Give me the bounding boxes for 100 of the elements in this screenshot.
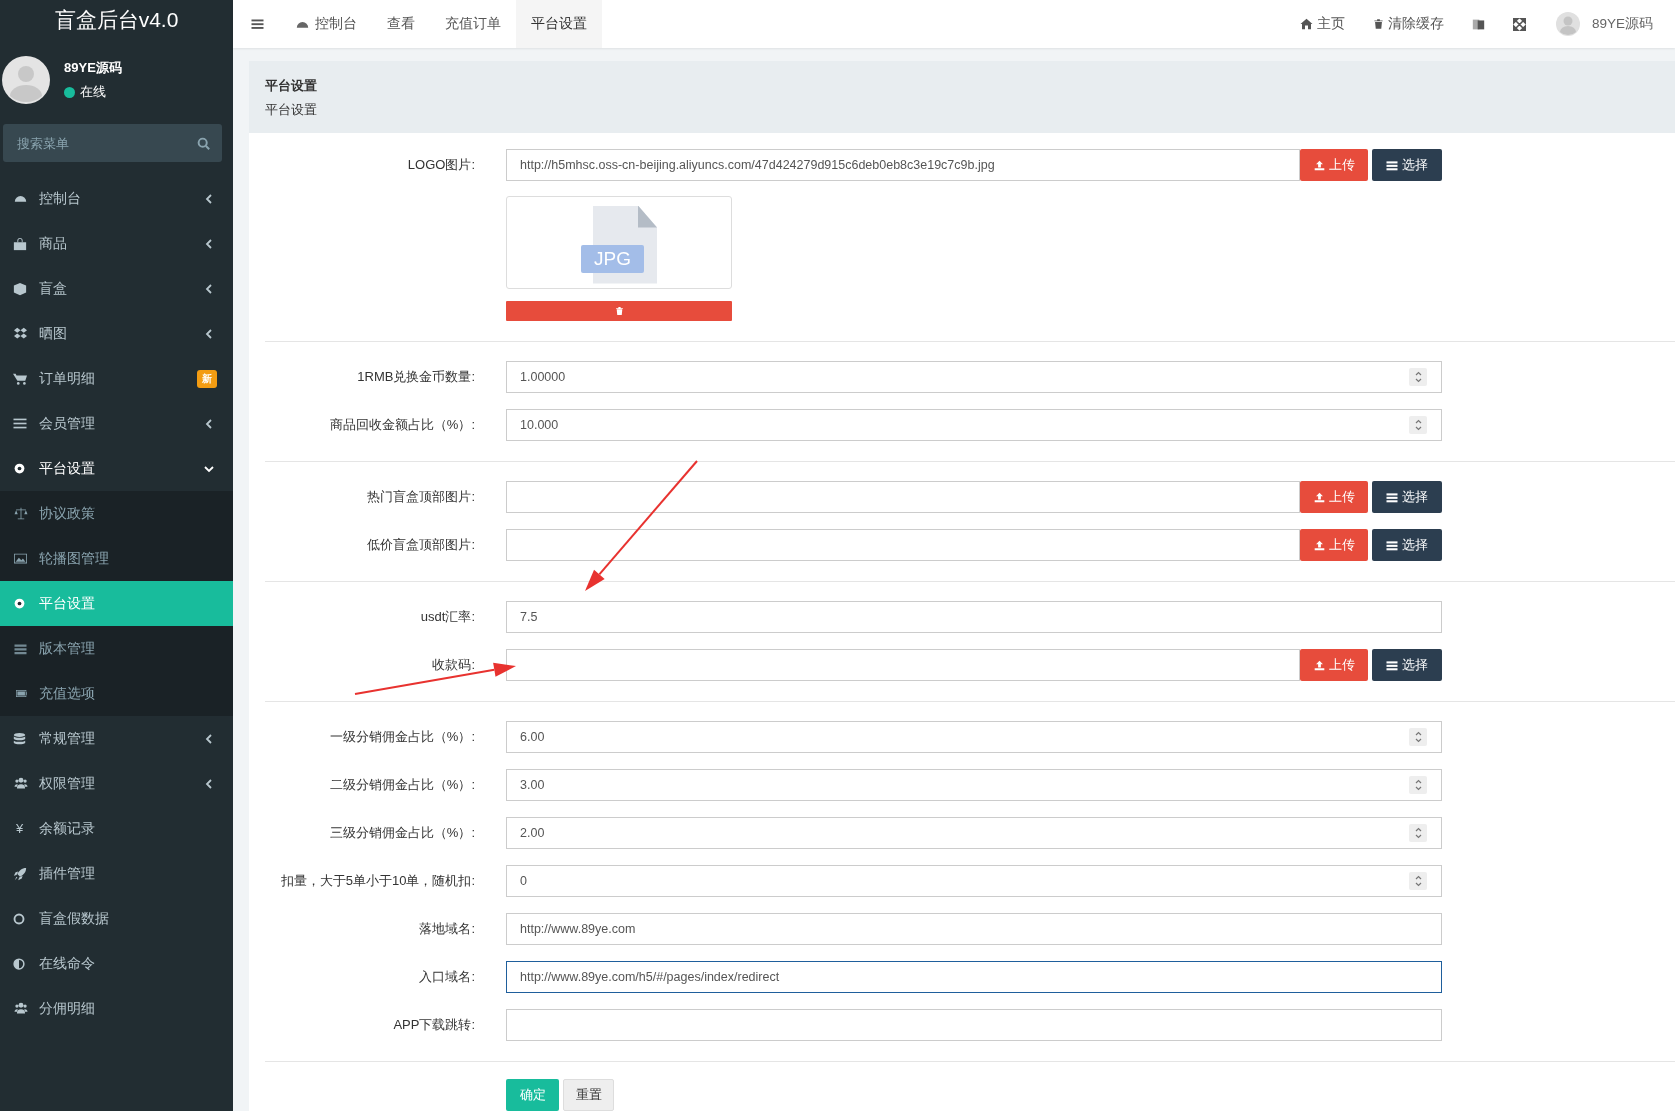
battery-icon [13, 688, 30, 699]
app-title: 盲盒后台v4.0 [53, 7, 180, 33]
list-icon [1386, 659, 1398, 671]
sidebar-item[interactable]: 盲盒 [0, 266, 233, 311]
number-field[interactable]: 2.00 [506, 817, 1442, 849]
spinner-icon[interactable] [1409, 776, 1427, 794]
list-icon [1386, 539, 1398, 551]
spinner-icon[interactable] [1409, 872, 1427, 890]
expand-drawing [1512, 17, 1526, 31]
number-field[interactable]: 0 [506, 865, 1442, 897]
upload-icon [1313, 159, 1325, 171]
upload-button[interactable]: 上传 [1300, 529, 1368, 561]
users-icon [13, 1002, 29, 1015]
spinner-icon[interactable] [1409, 416, 1427, 434]
online-status-dot [64, 86, 75, 98]
url-field[interactable] [506, 529, 1300, 561]
number-field[interactable]: 1.00000 [506, 361, 1442, 393]
scale-icon [13, 507, 29, 520]
avatar-icon [2, 56, 50, 104]
hamburger-drawing [251, 18, 264, 30]
spinner-icon[interactable] [1409, 824, 1427, 842]
field-label: 一级分销佣金占比（%）: [328, 728, 475, 746]
select-button[interactable]: 选择 [1372, 149, 1442, 181]
text-field[interactable]: 7.5 [506, 601, 1442, 633]
nav-link[interactable]: 主页 [1285, 0, 1359, 48]
upload-button[interactable]: 上传 [1300, 649, 1368, 681]
text-field[interactable]: http://www.89ye.com [506, 913, 1442, 945]
upload-button[interactable]: 上传 [1300, 481, 1368, 513]
number-field[interactable]: 3.00 [506, 769, 1442, 801]
image-icon [13, 552, 28, 565]
field-label: 三级分销佣金占比（%）: [328, 824, 475, 842]
yen-icon: ¥ [13, 821, 24, 836]
page-title: 平台设置 [265, 77, 318, 95]
list-icon [13, 417, 27, 430]
sidebar-item[interactable]: 插件管理 [0, 851, 233, 896]
nav-link[interactable]: 清除缓存 [1358, 0, 1458, 48]
field-label: 入口域名: [418, 968, 475, 986]
sidebar-item[interactable]: 在线命令 [0, 941, 233, 986]
text-field[interactable]: http://www.89ye.com/h5/#/pages/index/redirect [506, 961, 1442, 993]
select-button[interactable]: 选择 [1372, 649, 1442, 681]
field-label: 扣量，大于5单小于10单，随机扣: [279, 872, 475, 890]
user-status: 在线 [80, 83, 106, 101]
gear-icon [13, 462, 26, 475]
text-field[interactable] [506, 1009, 1442, 1041]
field-label: 商品回收金额占比（%）: [328, 416, 475, 434]
sidebar-item[interactable]: 商品 [0, 221, 233, 266]
sidebar-item[interactable]: 协议政策 [0, 491, 233, 536]
field-label: APP下载跳转: [392, 1016, 475, 1034]
circle-icon [13, 912, 25, 925]
field-label: LOGO图片: [406, 156, 475, 174]
sidebar-item[interactable]: 平台设置 [0, 446, 233, 491]
sidebar-item[interactable]: 会员管理 [0, 401, 233, 446]
upload-button[interactable]: 上传 [1300, 149, 1368, 181]
sidebar-item[interactable]: 轮播图管理 [0, 536, 233, 581]
spinner-icon[interactable] [1409, 368, 1427, 386]
nav-tab[interactable]: 查看 [372, 0, 430, 48]
url-field[interactable] [506, 481, 1300, 513]
nav-tab[interactable]: 控制台 [280, 0, 372, 48]
rocket-icon [13, 866, 27, 881]
search-icon [197, 137, 210, 150]
search-field[interactable]: 搜索菜单 [3, 124, 222, 162]
url-field[interactable]: http://h5mhsc.oss-cn-beijing.aliyuncs.com/47d424279d915c6deb0eb8c3e19c7c9b.jpg [506, 149, 1300, 181]
sidebar-item[interactable]: 订单明细 新 [0, 356, 233, 401]
sidebar-item[interactable]: 晒图 [0, 311, 233, 356]
trash-icon [1372, 18, 1384, 30]
sidebar-item[interactable]: 权限管理 [0, 761, 233, 806]
half-circle-icon [13, 957, 25, 970]
sidebar-item[interactable]: 盲盒假数据 [0, 896, 233, 941]
nav-tab[interactable]: 平台设置 [516, 0, 602, 48]
select-button[interactable]: 选择 [1372, 529, 1442, 561]
boxes-icon [13, 327, 28, 340]
sidebar-item[interactable]: ¥ 余额记录 [0, 806, 233, 851]
translate-drawing [1471, 17, 1485, 31]
upload-icon [1313, 539, 1325, 551]
field-label: 热门盲盒顶部图片: [366, 488, 475, 506]
select-button[interactable]: 选择 [1372, 481, 1442, 513]
field-label: 低价盲盒顶部图片: [366, 536, 475, 554]
url-field[interactable] [506, 649, 1300, 681]
user-name: 89YE源码 [64, 59, 122, 77]
upload-icon [1313, 659, 1325, 671]
sidebar-item[interactable]: 分佣明细 [0, 986, 233, 1031]
sidebar-item[interactable]: 版本管理 [0, 626, 233, 671]
shopping-bag-icon [13, 236, 27, 251]
sidebar-item[interactable]: 控制台 [0, 176, 233, 221]
breadcrumb: 平台设置 [265, 101, 318, 119]
user-menu[interactable]: 89YE源码 [1539, 0, 1675, 48]
number-field[interactable]: 6.00 [506, 721, 1442, 753]
field-label: 落地域名: [418, 920, 475, 938]
nav-tab[interactable]: 充值订单 [430, 0, 516, 48]
field-label: 收款码: [431, 656, 475, 674]
server-icon [13, 642, 28, 655]
number-field[interactable]: 10.000 [506, 409, 1442, 441]
cart-icon [13, 371, 27, 386]
spinner-icon[interactable] [1409, 728, 1427, 746]
sidebar-item[interactable]: 常规管理 [0, 716, 233, 761]
list-icon [1386, 491, 1398, 503]
cube-icon [13, 281, 27, 296]
users-icon [13, 777, 29, 790]
sidebar-item[interactable]: 充值选项 [0, 671, 233, 716]
reset-button[interactable]: 重置 [563, 1079, 614, 1111]
